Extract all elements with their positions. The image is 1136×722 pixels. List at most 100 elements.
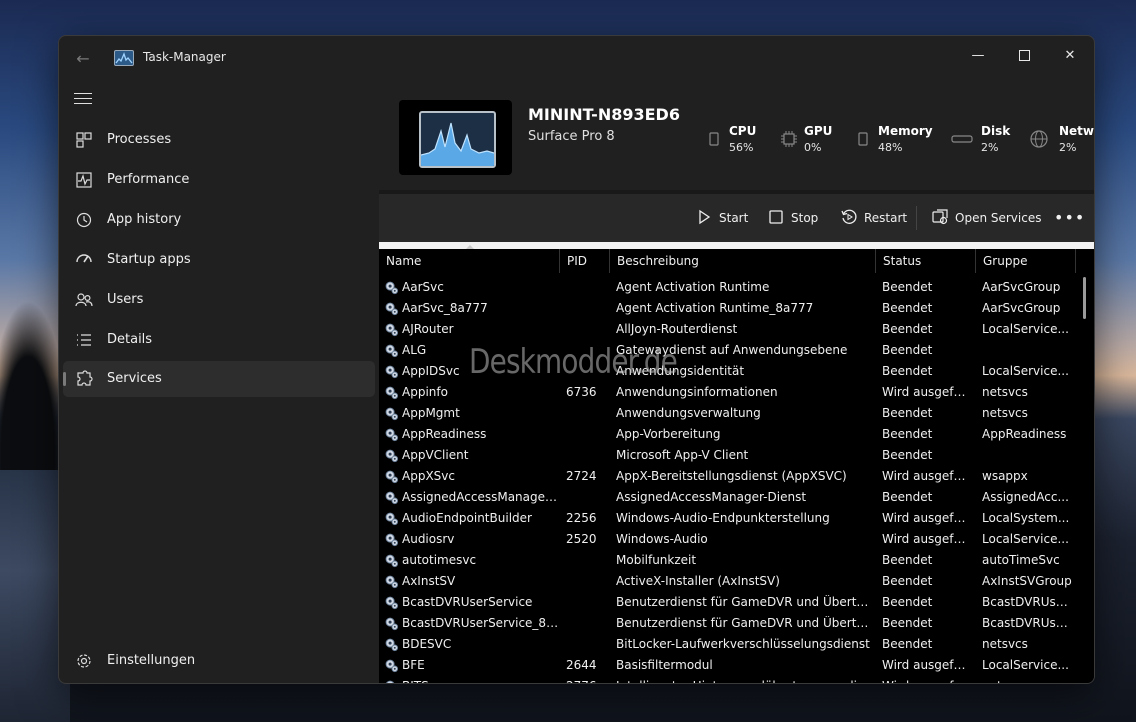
service-gear-icon (385, 659, 399, 673)
nav-item-users[interactable]: Users (63, 282, 375, 318)
title-bar[interactable]: ← Task-Manager — ✕ (59, 36, 1094, 81)
service-name: AssignedAccessManager... (402, 490, 560, 504)
table-row[interactable]: BITS 2776 Intelligenter Hintergrundübertra… (379, 676, 1076, 683)
column-header-group[interactable]: Gruppe (976, 249, 1076, 273)
nav-item-app-history[interactable]: App history (63, 202, 375, 238)
nav-label: Processes (107, 132, 172, 147)
task-manager-icon (114, 50, 134, 66)
table-row[interactable]: BFE 2644 Basisfiltermodul Wird ausgefü... Lo… (379, 655, 1076, 676)
table-row[interactable]: autotimesvc Mobilfunkzeit Beendet autoTimeS… (379, 550, 1076, 571)
metric-value: 56% (729, 141, 754, 154)
table-row[interactable]: AarSvc_8a777 Agent Activation Runtime_8a7… (379, 298, 1076, 319)
service-gear-icon (385, 344, 399, 358)
processes-icon (76, 132, 92, 148)
service-description: Agent Activation Runtime_8a777 (616, 301, 814, 315)
vertical-scrollbar[interactable] (1083, 277, 1086, 319)
table-row[interactable]: AudioEndpointBuilder 2256 Windows-Audio-En… (379, 508, 1076, 529)
service-gear-icon (385, 638, 399, 652)
nav-item-processes[interactable]: Processes (63, 122, 375, 158)
close-button[interactable]: ✕ (1047, 42, 1093, 70)
column-header-description[interactable]: Beschreibung (610, 249, 876, 273)
table-row[interactable]: AppMgmt Anwendungsverwaltung Beendet netsvc… (379, 403, 1076, 424)
minimize-button[interactable]: — (955, 42, 1001, 70)
service-description: Windows-Audio-Endpunkterstellung (616, 511, 830, 525)
settings-label: Einstellungen (107, 653, 196, 668)
service-gear-icon (385, 512, 399, 526)
table-row[interactable]: Appinfo 6736 Anwendungsinformationen Wird a… (379, 382, 1076, 403)
service-description: BitLocker-Laufwerkverschlüsselungsdienst (616, 637, 870, 651)
table-row[interactable]: BDESVC BitLocker-Laufwerkverschlüsselungs… (379, 634, 1076, 655)
service-gear-icon (386, 680, 395, 683)
stop-label: Stop (791, 211, 819, 225)
main-content: MININT-N893ED6 Surface Pro 8 CPU 56% GPU… (379, 84, 1094, 683)
nav-label: Details (107, 332, 153, 347)
memory-icon (858, 132, 868, 146)
service-status: Beendet (882, 406, 933, 420)
column-header-status[interactable]: Status (876, 249, 976, 273)
service-group: LocalService... (982, 322, 1069, 336)
service-status: Wird ausgefü... (882, 511, 972, 525)
service-group: netsvcs (982, 679, 1072, 683)
column-header-pid[interactable]: PID (560, 249, 610, 273)
service-status: Wird ausgefü... (882, 469, 972, 483)
table-row[interactable]: AJRouter AllJoyn-Routerdienst Beendet Local… (379, 319, 1076, 340)
service-name: Audiosrv (402, 532, 455, 546)
table-row[interactable]: AppReadiness App-Vorbereitung Beendet AppRe… (379, 424, 1076, 445)
service-group: AxInstSVGroup (982, 574, 1072, 588)
service-description: Mobilfunkzeit (616, 553, 697, 567)
service-pid: 2644 (566, 658, 597, 672)
nav-item-performance[interactable]: Performance (63, 162, 375, 198)
service-gear-icon (385, 428, 399, 442)
service-group: autoTimeSvc (982, 553, 1060, 567)
table-row[interactable]: AppXSvc 2724 AppX-Bereitstellungsdienst (A… (379, 466, 1076, 487)
table-row[interactable]: AssignedAccessManager... AssignedAccessMa… (379, 487, 1076, 508)
service-gear-icon (385, 323, 399, 337)
back-arrow-icon[interactable]: ← (71, 48, 95, 70)
window-title: Task-Manager (143, 50, 226, 64)
service-status: Beendet (882, 448, 933, 462)
service-name: AudioEndpointBuilder (402, 511, 532, 525)
service-gear-icon (385, 302, 399, 316)
service-gear-icon (385, 281, 399, 295)
service-status: Beendet (882, 301, 933, 315)
table-row[interactable]: AppVClient Microsoft App-V Client Beendet (379, 445, 1076, 466)
table-row[interactable]: AarSvc Agent Activation Runtime Beendet Aar… (379, 277, 1076, 298)
service-name: AxInstSV (402, 574, 456, 588)
service-name: AppReadiness (402, 427, 487, 441)
service-description: Benutzerdienst für GameDVR und Übertra..… (616, 616, 872, 630)
service-gear-icon (385, 470, 399, 484)
service-group: LocalService... (982, 364, 1069, 378)
nav-item-settings[interactable]: Einstellungen (63, 644, 375, 678)
table-row[interactable]: BcastDVRUserService Benutzerdienst für Ga… (379, 592, 1076, 613)
nav-item-details[interactable]: Details (63, 322, 375, 358)
service-group: wsappx (982, 469, 1028, 483)
hamburger-menu-icon[interactable] (74, 90, 92, 106)
restart-icon (841, 209, 857, 224)
restart-label: Restart (864, 211, 908, 225)
table-row[interactable]: AxInstSV ActiveX-Installer (AxInstSV) Been… (379, 571, 1076, 592)
column-header-name[interactable]: Name (379, 249, 560, 273)
table-row[interactable]: BcastDVRUserService_8a... Benutzerdienst … (379, 613, 1076, 634)
service-description: Agent Activation Runtime (616, 280, 770, 294)
maximize-button[interactable] (1001, 42, 1047, 70)
service-pid: 2776 (566, 679, 606, 683)
service-status: Beendet (882, 595, 933, 609)
nav-item-services[interactable]: Services (63, 361, 375, 397)
active-indicator (63, 372, 66, 386)
service-status: Beendet (882, 490, 933, 504)
service-description: AssignedAccessManager-Dienst (616, 490, 807, 504)
service-group: netsvcs (982, 406, 1028, 420)
service-status: Wird ausgefü... (882, 532, 972, 546)
open-services-icon (932, 209, 948, 225)
metric-label: CPU (729, 124, 757, 138)
service-group: netsvcs (982, 385, 1028, 399)
service-status: Beendet (882, 553, 933, 567)
table-row[interactable]: Audiosrv 2520 Windows-Audio Wird ausgefü...… (379, 529, 1076, 550)
nav-label: Performance (107, 172, 190, 187)
more-options-button[interactable]: ••• (1054, 208, 1085, 227)
gpu-chip-icon (781, 131, 797, 147)
service-description: Basisfiltermodul (616, 658, 713, 672)
service-gear-icon (385, 554, 399, 568)
nav-item-startup-apps[interactable]: Startup apps (63, 242, 375, 278)
disk-icon (951, 135, 973, 143)
